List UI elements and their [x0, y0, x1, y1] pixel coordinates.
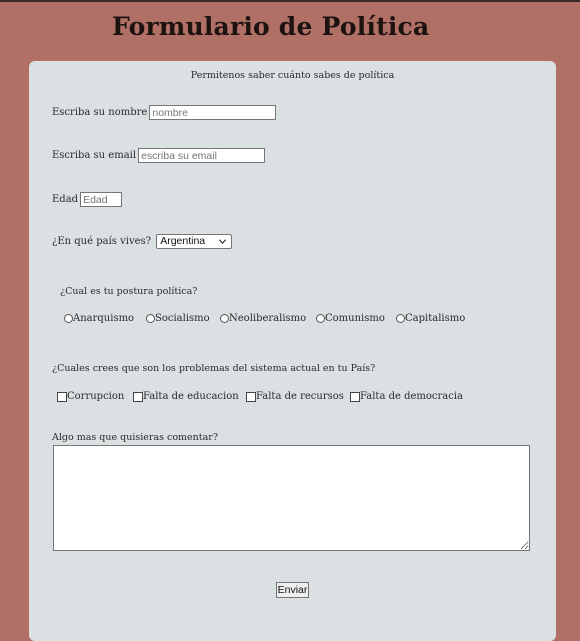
checkbox[interactable]: [133, 391, 143, 402]
checkbox[interactable]: [246, 391, 256, 402]
form-subtitle: Permitenos saber cuánto sabes de polític…: [190, 70, 395, 81]
radio-circle[interactable]: [64, 314, 73, 323]
problem-option-label: Falta de recursos: [256, 391, 344, 402]
posture-option-comunismo[interactable]: Comunismo: [316, 313, 385, 324]
age-row: Edad: [52, 192, 123, 207]
posture-option-label: Socialismo: [155, 313, 210, 324]
checkbox[interactable]: [350, 391, 360, 402]
chevron-down-icon: [219, 239, 227, 244]
age-input[interactable]: [80, 192, 123, 207]
comments-label: Algo mas que quisieras comentar?: [52, 432, 218, 443]
radio-circle[interactable]: [316, 314, 325, 323]
email-row: Escriba su email: [52, 148, 266, 163]
form-panel: Permitenos saber cuánto sabes de polític…: [29, 61, 556, 641]
posture-option-anarquismo[interactable]: Anarquismo: [64, 313, 134, 324]
posture-option-label: Neoliberalismo: [229, 313, 307, 324]
country-label: ¿En qué país vives?: [52, 236, 151, 247]
country-select[interactable]: Argentina: [156, 234, 233, 249]
comments-textarea[interactable]: [53, 445, 530, 551]
posture-option-label: Comunismo: [325, 313, 385, 324]
posture-option-socialismo[interactable]: Socialismo: [146, 313, 210, 324]
checkbox[interactable]: [57, 391, 67, 402]
radio-circle[interactable]: [396, 314, 405, 323]
problems-question: ¿Cuales crees que son los problemas del …: [52, 363, 376, 374]
problem-option-label: Falta de democracia: [360, 391, 464, 402]
radio-circle[interactable]: [220, 314, 229, 323]
problem-option-educacion[interactable]: Falta de educacion: [133, 391, 239, 402]
radio-circle[interactable]: [146, 314, 155, 323]
posture-option-label: Capitalismo: [405, 313, 466, 324]
posture-option-capitalismo[interactable]: Capitalismo: [396, 313, 465, 324]
submit-button[interactable]: Enviar: [276, 582, 309, 598]
problem-option-label: Falta de educacion: [143, 391, 239, 402]
name-label: Escriba su nombre: [52, 107, 148, 118]
posture-option-neoliberalismo[interactable]: Neoliberalismo: [220, 313, 306, 324]
country-selected-value: Argentina: [160, 235, 206, 247]
problem-option-recursos[interactable]: Falta de recursos: [246, 391, 344, 402]
name-row: Escriba su nombre: [52, 105, 277, 120]
problem-option-corrupcion[interactable]: Corrupcion: [57, 391, 124, 402]
problem-option-democracia[interactable]: Falta de democracia: [350, 391, 463, 402]
top-border: [0, 0, 580, 2]
problem-option-label: Corrupcion: [67, 391, 125, 402]
email-input[interactable]: [138, 148, 266, 163]
email-label: Escriba su email: [52, 150, 137, 161]
posture-question: ¿Cual es tu postura política?: [60, 286, 198, 297]
posture-option-label: Anarquismo: [73, 313, 135, 324]
name-input[interactable]: [149, 105, 277, 120]
page-title: Formulario de Política: [112, 12, 430, 41]
age-label: Edad: [52, 194, 79, 205]
country-row: ¿En qué país vives? Argentina: [52, 234, 233, 249]
